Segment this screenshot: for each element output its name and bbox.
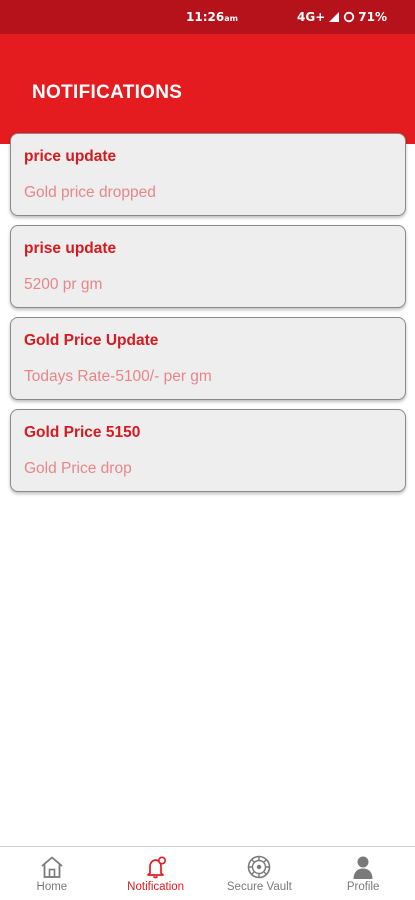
nav-label-profile: Profile [346,881,380,893]
nav-label-secure-vault: Secure Vault [226,881,292,893]
notification-message: Gold Price drop [24,460,132,477]
status-indicators: 4G+ 71% [297,10,387,24]
person-icon [353,856,373,879]
nav-item-home[interactable]: Home [0,847,104,900]
battery-saver-icon [344,11,355,23]
home-icon [41,856,63,878]
notification-list: price update Gold price dropped prise up… [10,133,406,501]
notification-message: 5200 pr gm [24,276,103,293]
nav-label-home: Home [36,881,68,893]
bottom-nav: Home Notification Secure Vault Profile [0,846,415,900]
status-bar: 11:26am 4G+ 71% [0,0,415,34]
notification-card[interactable]: price update Gold price dropped [10,133,406,216]
status-time: 11:26am [186,10,238,24]
vault-icon [248,855,271,879]
notification-title: prise update [24,240,117,257]
nav-item-profile[interactable]: Profile [311,847,415,900]
notification-card[interactable]: Gold Price Update Todays Rate-5100/- per… [10,317,406,400]
app-header: NOTIFICATIONS [0,34,415,144]
clock-ampm: am [224,14,238,23]
notification-card[interactable]: prise update 5200 pr gm [10,225,406,308]
battery-level: 71% [358,10,387,24]
notification-card[interactable]: Gold Price 5150 Gold Price drop [10,409,406,492]
page-title: NOTIFICATIONS [32,82,183,103]
clock-time: 11:26 [186,10,225,24]
bell-icon [146,856,166,879]
notification-message: Gold price dropped [24,184,156,201]
notification-title: price update [24,148,117,165]
network-type: 4G+ [297,10,326,24]
notification-title: Gold Price Update [24,332,159,349]
notification-message: Todays Rate-5100/- per gm [24,368,212,385]
nav-item-secure-vault[interactable]: Secure Vault [208,847,312,900]
nav-label-notification: Notification [127,881,185,893]
notification-title: Gold Price 5150 [24,424,141,441]
signal-icon [329,12,340,22]
nav-item-notification[interactable]: Notification [104,847,208,900]
